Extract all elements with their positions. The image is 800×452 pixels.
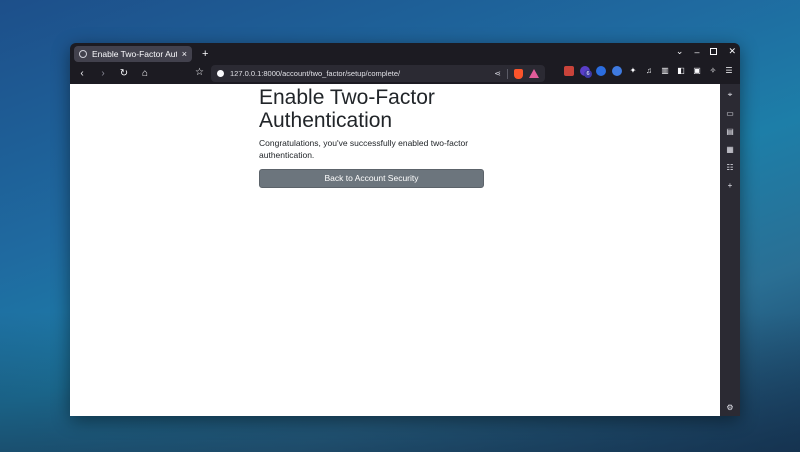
reload-button[interactable]: ↻ [118, 68, 130, 79]
save-icon[interactable]: ▦ [726, 145, 734, 154]
window-controls: ⌄ – ✕ [676, 46, 736, 57]
tab-bar: Enable Two-Factor Authe × + ⌄ – ✕ [70, 43, 740, 63]
sidebar-toggle-icon[interactable]: ◧ [676, 66, 686, 76]
pin-icon[interactable]: ⌖ [728, 90, 733, 100]
extension-badge-icon[interactable]: 6 [580, 66, 592, 78]
browser-window: Enable Two-Factor Authe × + ⌄ – ✕ ‹ › ↻ … [70, 43, 740, 416]
extension-red-icon[interactable] [564, 66, 574, 76]
wallet-icon[interactable]: ▤ [726, 127, 734, 136]
back-to-account-security-button[interactable]: Back to Account Security [259, 169, 484, 188]
puzzle-icon[interactable]: ✦ [628, 66, 638, 76]
browser-sidebar: ⌖ ▭ ▤ ▦ ☷ + ⚙ [720, 84, 740, 416]
extension-info-icon[interactable] [596, 66, 606, 76]
close-icon[interactable]: × [182, 49, 187, 59]
chevron-down-icon[interactable]: ⌄ [676, 46, 684, 57]
rewards-icon[interactable] [529, 69, 539, 78]
success-message: Congratulations, you've successfully ena… [259, 138, 469, 160]
minimize-button[interactable]: – [694, 47, 699, 57]
back-button[interactable]: ‹ [76, 68, 88, 79]
extension-globe-icon[interactable] [612, 66, 622, 76]
share-icon[interactable]: ⋖ [494, 69, 501, 78]
maximize-button[interactable] [710, 48, 718, 55]
home-button[interactable]: ⌂ [139, 68, 151, 79]
leo-ai-icon[interactable]: ✧ [708, 66, 718, 76]
tab-title: Enable Two-Factor Authe [92, 49, 177, 59]
url-text[interactable]: 127.0.0.1:8000/account/two_factor/setup/… [230, 69, 488, 78]
nav-toolbar: ‹ › ↻ ⌂ ☆ 127.0.0.1:8000/account/two_fac… [70, 63, 740, 84]
site-info-icon[interactable] [217, 70, 224, 77]
new-tab-button[interactable]: + [202, 48, 208, 60]
reader-icon[interactable]: ☷ [726, 163, 733, 172]
library-icon[interactable]: ▥ [660, 66, 670, 76]
address-bar[interactable]: 127.0.0.1:8000/account/two_factor/setup/… [211, 65, 545, 82]
extension-badge-count: 6 [584, 70, 592, 78]
forward-button[interactable]: › [97, 68, 109, 79]
add-icon[interactable]: + [728, 181, 733, 190]
tab-active[interactable]: Enable Two-Factor Authe × [74, 46, 192, 62]
page-title: Enable Two-Factor Authentication [259, 86, 435, 132]
page-viewport: Enable Two-Factor Authentication Congrat… [70, 84, 720, 416]
page-content: Enable Two-Factor Authentication Congrat… [259, 86, 485, 188]
settings-icon[interactable]: ⚙ [726, 403, 733, 412]
close-window-button[interactable]: ✕ [728, 46, 736, 57]
extensions-bar: 6 ✦ ♫ ▥ ◧ ▣ ✧ ☰ [564, 66, 734, 78]
video-icon[interactable]: ▭ [726, 109, 734, 118]
menu-icon[interactable]: ☰ [724, 66, 734, 76]
music-icon[interactable]: ♫ [644, 66, 654, 76]
bookmark-icon[interactable]: ☆ [195, 67, 204, 78]
wallet-icon[interactable]: ▣ [692, 66, 702, 76]
brave-shield-icon[interactable] [514, 68, 523, 79]
url-separator [507, 68, 508, 79]
globe-icon [79, 50, 87, 58]
